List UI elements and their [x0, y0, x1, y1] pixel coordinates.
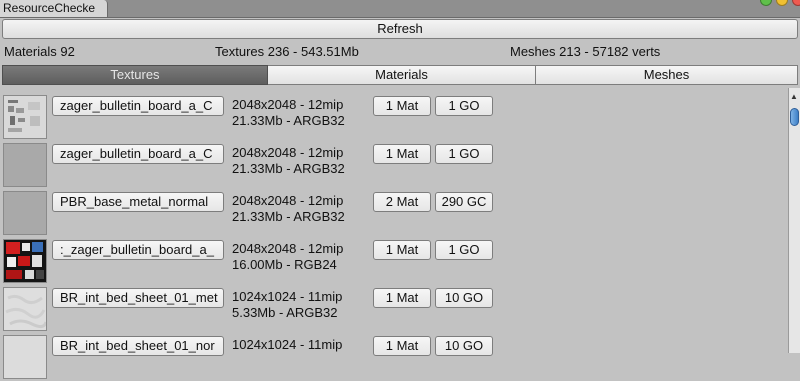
- texture-thumbnail: [3, 287, 47, 331]
- table-row: :_zager_bulletin_board_a_ 2048x2048 - 12…: [0, 239, 780, 285]
- texture-thumbnail: [3, 143, 47, 187]
- texture-dimensions: 2048x2048 - 12mip: [232, 97, 344, 112]
- texture-size-format: 5.33Mb - ARGB32: [232, 304, 338, 320]
- vertical-scrollbar[interactable]: ▲: [788, 88, 800, 353]
- texture-info: 2048x2048 - 12mip 21.33Mb - ARGB32: [232, 97, 345, 128]
- gameobject-count-button[interactable]: 1 GO: [435, 144, 493, 164]
- tab-materials[interactable]: Materials: [268, 65, 536, 85]
- gameobject-count-button[interactable]: 1 GO: [435, 96, 493, 116]
- texture-thumbnail: [3, 239, 47, 283]
- texture-name-button[interactable]: PBR_base_metal_normal: [52, 192, 224, 212]
- texture-info: 1024x1024 - 11mip: [232, 337, 342, 353]
- material-count-button[interactable]: 1 Mat: [373, 288, 431, 308]
- texture-thumbnail: [3, 95, 47, 139]
- bed-sheet-thumbnail: [4, 288, 46, 330]
- table-row: PBR_base_metal_normal 2048x2048 - 12mip …: [0, 191, 780, 237]
- texture-name-button[interactable]: BR_int_bed_sheet_01_nor: [52, 336, 224, 356]
- gameobject-count-button[interactable]: 10 GO: [435, 288, 493, 308]
- texture-info: 2048x2048 - 12mip 21.33Mb - ARGB32: [232, 145, 345, 176]
- texture-size-format: 16.00Mb - RGB24: [232, 256, 337, 272]
- material-count-button[interactable]: 1 Mat: [373, 336, 431, 356]
- meshes-count: Meshes 213 - 57182 verts: [510, 44, 661, 59]
- table-row: BR_int_bed_sheet_01_met 1024x1024 - 11mi…: [0, 287, 780, 333]
- close-icon[interactable]: [792, 0, 800, 6]
- scroll-up-arrow-icon[interactable]: ▲: [789, 92, 799, 102]
- scrollbar-thumb[interactable]: [790, 108, 799, 126]
- gameobject-count-button[interactable]: 10 GO: [435, 336, 493, 356]
- texture-size-format: 21.33Mb - ARGB32: [232, 112, 345, 128]
- texture-dimensions: 1024x1024 - 11mip: [232, 337, 343, 352]
- materials-count: Materials 92: [4, 44, 75, 59]
- texture-thumbnail: [3, 335, 47, 379]
- refresh-button[interactable]: Refresh: [2, 19, 798, 39]
- material-count-button[interactable]: 1 Mat: [373, 240, 431, 260]
- minimize-icon[interactable]: [776, 0, 788, 6]
- table-row: zager_bulletin_board_a_C 2048x2048 - 12m…: [0, 95, 780, 141]
- tab-textures[interactable]: Textures: [2, 65, 268, 85]
- bulletin-board-color-thumbnail: [4, 240, 46, 282]
- texture-info: 2048x2048 - 12mip 21.33Mb - ARGB32: [232, 193, 345, 224]
- gameobject-count-button[interactable]: 1 GO: [435, 240, 493, 260]
- texture-dimensions: 1024x1024 - 11mip: [232, 289, 343, 304]
- tab-meshes[interactable]: Meshes: [536, 65, 798, 85]
- texture-size-format: 21.33Mb - ARGB32: [232, 208, 345, 224]
- material-count-button[interactable]: 1 Mat: [373, 96, 431, 116]
- texture-dimensions: 2048x2048 - 12mip: [232, 241, 344, 256]
- texture-info: 2048x2048 - 12mip 16.00Mb - RGB24: [232, 241, 343, 272]
- texture-info: 1024x1024 - 11mip 5.33Mb - ARGB32: [232, 289, 342, 320]
- table-row: BR_int_bed_sheet_01_nor 1024x1024 - 11mi…: [0, 335, 780, 381]
- textures-count: Textures 236 - 543.51Mb: [215, 44, 359, 59]
- texture-dimensions: 2048x2048 - 12mip: [232, 193, 344, 208]
- texture-dimensions: 2048x2048 - 12mip: [232, 145, 344, 160]
- bulletin-board-thumbnail: [4, 96, 46, 138]
- texture-thumbnail: [3, 191, 47, 235]
- texture-name-button[interactable]: zager_bulletin_board_a_C: [52, 144, 224, 164]
- texture-size-format: 21.33Mb - ARGB32: [232, 160, 345, 176]
- material-count-button[interactable]: 1 Mat: [373, 144, 431, 164]
- maximize-icon[interactable]: [760, 0, 772, 6]
- table-row: zager_bulletin_board_a_C 2048x2048 - 12m…: [0, 143, 780, 189]
- texture-name-button[interactable]: BR_int_bed_sheet_01_met: [52, 288, 224, 308]
- gameobject-count-button[interactable]: 290 GC: [435, 192, 493, 212]
- window-tab[interactable]: ResourceChecke: [0, 0, 108, 17]
- tab-bar: Textures Materials Meshes: [2, 65, 798, 85]
- texture-name-button[interactable]: :_zager_bulletin_board_a_: [52, 240, 224, 260]
- material-count-button[interactable]: 2 Mat: [373, 192, 431, 212]
- texture-name-button[interactable]: zager_bulletin_board_a_C: [52, 96, 224, 116]
- window-tab-strip: ResourceChecke: [0, 0, 800, 18]
